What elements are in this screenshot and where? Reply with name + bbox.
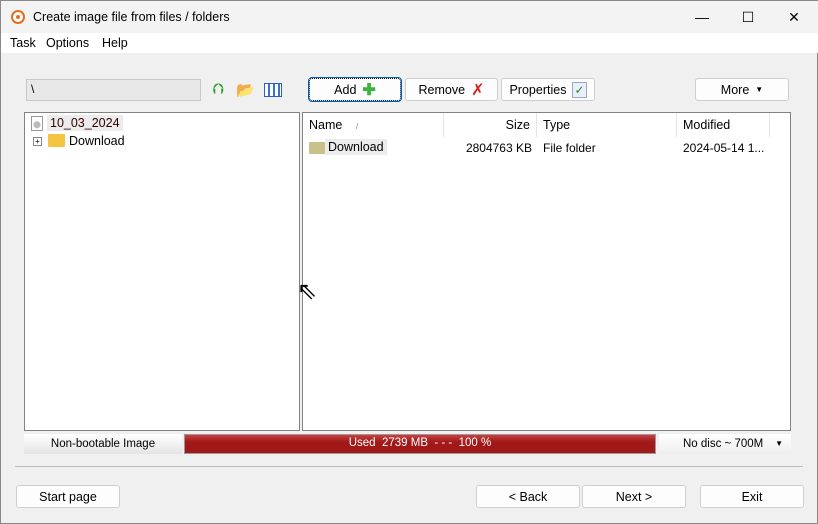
menu-bar: Task Options Help	[1, 33, 818, 53]
title-bar: Create image file from files / folders —…	[1, 1, 818, 33]
minimize-button[interactable]: —	[679, 1, 725, 33]
column-name[interactable]: Name /	[303, 113, 444, 137]
properties-label: Properties	[509, 82, 567, 97]
exit-button[interactable]: Exit	[700, 485, 804, 508]
mouse-cursor-icon: ⇖	[297, 278, 318, 305]
x-icon: ✗	[471, 81, 485, 99]
path-field[interactable]: \	[26, 79, 201, 101]
column-name-label: Name	[309, 118, 343, 132]
row-type: File folder	[543, 141, 596, 155]
tree-item-download[interactable]: Download	[69, 134, 125, 148]
dropdown-arrow-icon: ▼	[755, 85, 764, 94]
document-check-icon: ✓	[572, 81, 587, 98]
properties-button[interactable]: Properties ✓	[501, 78, 595, 101]
folder-up-icon[interactable]: ⮉	[209, 81, 227, 99]
boot-status: Non-bootable Image	[24, 434, 182, 454]
more-label: More	[720, 82, 750, 97]
add-label: Add	[334, 82, 357, 97]
menu-options[interactable]: Options	[46, 36, 89, 50]
row-name: Download	[325, 139, 387, 155]
remove-button[interactable]: Remove ✗	[405, 78, 498, 101]
close-button[interactable]: ✕	[771, 1, 817, 33]
dropdown-arrow-icon: ▼	[775, 439, 783, 448]
disc-size-select[interactable]: No disc ~ 700M ▼	[659, 434, 791, 454]
add-button[interactable]: Add ✚	[308, 77, 402, 102]
app-icon	[11, 10, 25, 24]
disc-icon	[31, 116, 43, 131]
column-size[interactable]: Size	[444, 113, 537, 137]
next-button[interactable]: Next >	[582, 485, 686, 508]
more-button[interactable]: More ▼	[695, 78, 789, 101]
menu-help[interactable]: Help	[102, 36, 128, 50]
back-button[interactable]: < Back	[476, 485, 580, 508]
open-folder-icon[interactable]: 📂	[236, 81, 255, 99]
folder-icon	[48, 134, 65, 147]
menu-task[interactable]: Task	[10, 36, 36, 50]
file-list[interactable]: Name / Size Type Modified Download 28047…	[302, 112, 791, 431]
expand-toggle[interactable]: +	[33, 137, 42, 146]
column-type[interactable]: Type	[537, 113, 677, 137]
tree-root[interactable]: 10_03_2024	[47, 115, 123, 131]
view-grid-icon[interactable]	[264, 83, 282, 97]
maximize-button[interactable]: ☐	[725, 1, 771, 33]
remove-label: Remove	[418, 82, 466, 97]
disc-size-label: No disc ~ 700M	[683, 438, 764, 450]
start-page-button[interactable]: Start page	[16, 485, 120, 508]
row-size: 2804763 KB	[465, 141, 532, 155]
table-row[interactable]: Download 2804763 KB File folder 2024-05-…	[303, 137, 790, 159]
sort-icon: /	[355, 122, 359, 131]
row-modified: 2024-05-14 1...	[683, 141, 765, 155]
column-modified[interactable]: Modified	[677, 113, 770, 137]
folder-tree[interactable]: 10_03_2024 + Download	[24, 112, 300, 431]
divider	[15, 466, 803, 467]
window-title: Create image file from files / folders	[33, 10, 230, 24]
plus-icon: ✚	[362, 81, 376, 99]
folder-icon	[309, 142, 325, 154]
usage-bar: Used 2739 MB - - - 100 %	[184, 434, 656, 454]
